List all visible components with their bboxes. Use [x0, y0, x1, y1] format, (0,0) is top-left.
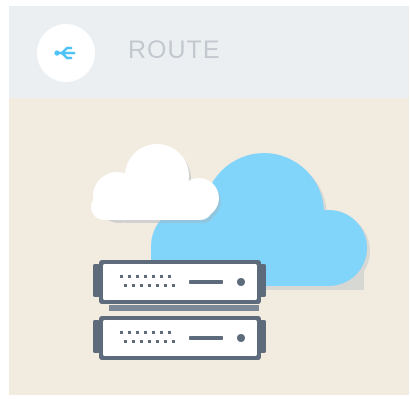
route-icon: [54, 46, 76, 60]
route-icon-badge: [37, 24, 95, 82]
illustration: [91, 144, 370, 360]
card-title: ROUTE: [128, 36, 221, 64]
server-rack-icon: [93, 260, 266, 360]
server-unit-top: [93, 260, 266, 304]
card-header: ROUTE: [9, 6, 409, 98]
white-cloud-icon: [91, 144, 221, 223]
route-card[interactable]: ROUTE: [9, 6, 409, 395]
server-unit-bottom: [93, 316, 266, 360]
